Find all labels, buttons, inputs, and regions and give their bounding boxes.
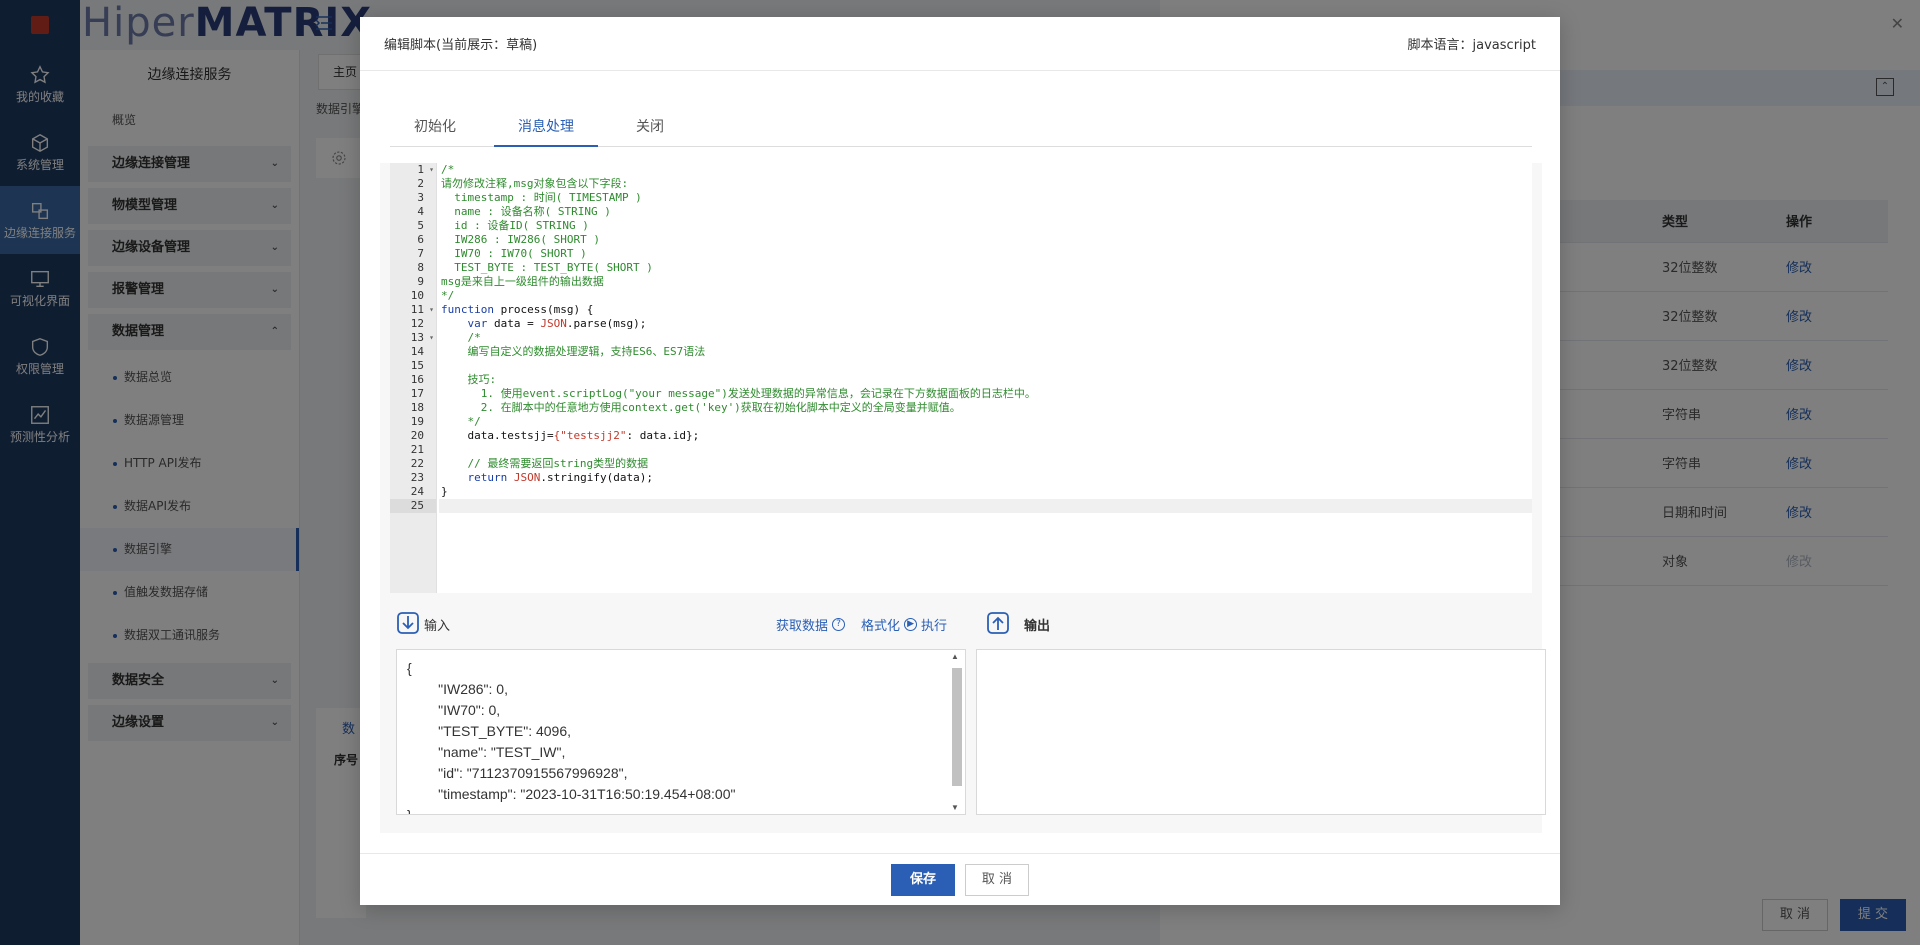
line-number: 1	[390, 163, 436, 177]
json-line: {	[407, 660, 412, 676]
execute-button[interactable]: 执行	[921, 615, 947, 634]
json-line: "IW70": 0,	[407, 702, 501, 718]
code-line: 编写自定义的数据处理逻辑，支持ES6、ES7语法	[441, 345, 706, 358]
line-number: 17	[410, 387, 424, 400]
code-line	[439, 499, 1532, 513]
input-icon	[397, 612, 419, 634]
line-number: 10	[410, 289, 424, 302]
tab-message[interactable]: 消息处理	[494, 107, 598, 147]
line-number: 7	[417, 247, 424, 260]
code-line: var data = JSON.parse(msg);	[467, 317, 647, 330]
tab-init[interactable]: 初始化	[390, 107, 480, 147]
line-number: 22	[410, 457, 424, 470]
code-line: IW286 : IW286( SHORT )	[441, 233, 600, 246]
code-line: /*	[441, 331, 481, 344]
code-line: data.testsjj={"testsjj2": data.id};	[441, 429, 700, 442]
line-number: 25	[390, 499, 436, 513]
input-label: 输入	[424, 619, 451, 634]
help-icon[interactable]: ?	[832, 618, 846, 631]
line-number: 4	[417, 205, 424, 218]
code-line: // 最终需要返回string类型的数据	[441, 457, 649, 470]
code-editor[interactable]: 1234567891011121314151617181920212223242…	[390, 163, 1532, 593]
line-number: 13	[390, 331, 436, 345]
json-line: "id": "7112370915567996928",	[407, 765, 628, 781]
code-line: }	[441, 485, 448, 498]
code-line: name : 设备名称( STRING )	[441, 205, 611, 218]
input-textarea[interactable]: { "IW286": 0, "IW70": 0, "TEST_BYTE": 40…	[396, 649, 966, 815]
output-icon	[987, 612, 1009, 634]
code-line: return JSON.stringify(data);	[467, 471, 653, 484]
line-gutter: 1234567891011121314151617181920212223242…	[390, 163, 437, 593]
json-line: }	[407, 807, 412, 815]
io-panel: 输入 获取数据 ? 格式化 ▶ 执行 输出 { "IW286": 0, "IW7…	[390, 603, 1546, 833]
json-line: "IW286": 0,	[407, 681, 508, 697]
script-language: 脚本语言：javascript	[1407, 38, 1536, 53]
json-line: "name": "TEST_IW",	[407, 744, 566, 760]
line-number: 8	[417, 261, 424, 274]
line-number: 9	[417, 275, 424, 288]
format-button[interactable]: 格式化	[861, 615, 900, 634]
line-number: 11	[390, 303, 436, 317]
json-line: "TEST_BYTE": 4096,	[407, 723, 572, 739]
code-line: id : 设备ID( STRING )	[441, 219, 589, 232]
code-line: IW70 : IW70( SHORT )	[441, 247, 587, 260]
line-number: 6	[417, 233, 424, 246]
code-line: TEST_BYTE : TEST_BYTE( SHORT )	[441, 261, 653, 274]
code-content[interactable]: /* 请勿修改注释,msg对象包含以下字段: timestamp : 时间( TI…	[439, 163, 1532, 513]
json-line: "timestamp": "2023-10-31T16:50:19.454+08…	[407, 786, 736, 802]
modal-title: 编辑脚本(当前展示：草稿)	[384, 38, 538, 53]
line-number: 20	[410, 429, 424, 442]
code-line: */	[441, 289, 455, 302]
scrollbar[interactable]: ▲ ▼	[950, 652, 963, 812]
line-number: 21	[410, 443, 424, 456]
code-line: 请勿修改注释,msg对象包含以下字段:	[441, 177, 629, 190]
line-number: 15	[410, 359, 424, 372]
tab-close[interactable]: 关闭	[612, 107, 688, 147]
line-number: 23	[410, 471, 424, 484]
code-line: 技巧:	[441, 373, 497, 386]
line-number: 12	[410, 317, 424, 330]
line-number: 19	[410, 415, 424, 428]
code-line: 2. 在脚本中的任意地方使用context.get('key')获取在初始化脚本…	[441, 401, 961, 414]
line-number: 18	[410, 401, 424, 414]
cancel-button[interactable]: 取 消	[965, 863, 1029, 896]
code-line: timestamp : 时间( TIMESTAMP )	[441, 191, 642, 204]
line-number: 14	[410, 345, 424, 358]
line-number: 3	[417, 191, 424, 204]
output-label: 输出	[1024, 619, 1051, 634]
code-line: msg是来自上一级组件的输出数据	[441, 275, 604, 288]
line-number: 5	[417, 219, 424, 232]
line-number: 16	[410, 373, 424, 386]
save-button[interactable]: 保存	[891, 863, 955, 896]
line-number: 24	[410, 485, 424, 498]
get-data-button[interactable]: 获取数据	[776, 615, 828, 634]
play-icon[interactable]: ▶	[904, 618, 918, 631]
code-line: 1. 使用event.scriptLog("your message")发送处理…	[441, 387, 1036, 400]
code-line: function process(msg) {	[441, 303, 594, 316]
output-textarea[interactable]	[976, 649, 1546, 815]
line-number: 2	[417, 177, 424, 190]
code-line: */	[441, 415, 481, 428]
code-line: /*	[441, 163, 455, 176]
edit-script-modal: 编辑脚本(当前展示：草稿) 脚本语言：javascript 初始化 消息处理 关…	[360, 17, 1560, 905]
